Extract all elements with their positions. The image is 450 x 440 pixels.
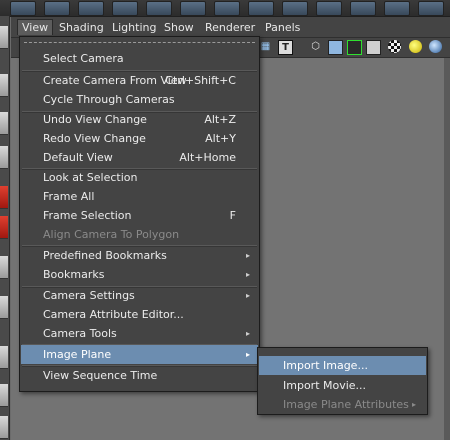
shelf-icon-9[interactable] bbox=[282, 1, 308, 16]
menu-item-label: Align Camera To Polygon bbox=[43, 228, 180, 241]
menu-item-label: Predefined Bookmarks bbox=[43, 249, 167, 262]
menu-item-align-camera: Align Camera To Polygon bbox=[21, 225, 258, 244]
checker-icon[interactable] bbox=[388, 40, 401, 53]
top-icon-strip bbox=[0, 0, 450, 17]
tool-icon[interactable] bbox=[0, 416, 8, 439]
menu-item-camera-attribute-editor[interactable]: Camera Attribute Editor... bbox=[21, 305, 258, 324]
submenu-arrow-icon: ▸ bbox=[245, 291, 250, 300]
submenu-arrow-icon: ▸ bbox=[245, 350, 250, 359]
menu-item-label: Frame Selection bbox=[43, 209, 132, 222]
tool-icon[interactable] bbox=[0, 296, 8, 319]
submenu-item-image-plane-attributes: Image Plane Attributes ▸ bbox=[259, 395, 426, 414]
menu-item-label: Select Camera bbox=[43, 52, 124, 65]
menu-view[interactable]: View bbox=[17, 19, 54, 35]
tool-icon[interactable] bbox=[0, 216, 8, 239]
menu-item-label: View Sequence Time bbox=[43, 369, 158, 382]
shelf-icon-7[interactable] bbox=[214, 1, 240, 16]
shelf-icon-2[interactable] bbox=[44, 1, 70, 16]
menu-item-shortcut: Alt+Z bbox=[204, 113, 236, 126]
panel-menu-bar: View Shading Lighting Show Renderer Pane… bbox=[11, 17, 450, 38]
viewport-edge bbox=[444, 58, 450, 440]
wireframe-cube-icon[interactable]: ⬡ bbox=[309, 40, 322, 53]
tear-off-line[interactable] bbox=[24, 42, 255, 43]
menu-show[interactable]: Show bbox=[164, 20, 194, 35]
wireframe-on-shaded-icon[interactable] bbox=[347, 40, 362, 55]
menu-item-label: Camera Settings bbox=[43, 289, 135, 302]
shelf-icon-13[interactable] bbox=[418, 1, 444, 16]
menu-item-frame-selection[interactable]: Frame Selection F bbox=[21, 206, 258, 225]
sphere-icon[interactable] bbox=[429, 40, 442, 53]
menu-item-shortcut: Ctrl+Shift+C bbox=[165, 74, 236, 87]
shelf-icon-6[interactable] bbox=[180, 1, 206, 16]
menu-item-view-sequence-time[interactable]: View Sequence Time bbox=[21, 366, 258, 385]
menu-item-cycle-cameras[interactable]: Cycle Through Cameras bbox=[21, 90, 258, 109]
submenu-arrow-icon: ▸ bbox=[245, 270, 250, 279]
shelf-icon-4[interactable] bbox=[112, 1, 138, 16]
text-icon[interactable]: T bbox=[278, 40, 293, 55]
menu-item-select-camera[interactable]: Select Camera bbox=[21, 49, 258, 68]
menu-item-redo-view[interactable]: Redo View Change Alt+Y bbox=[21, 129, 258, 148]
submenu-arrow-icon: ▸ bbox=[245, 329, 250, 338]
grid-icon[interactable]: ▦ bbox=[259, 40, 272, 53]
shelf-icon-5[interactable] bbox=[146, 1, 172, 16]
left-toolbox bbox=[0, 16, 10, 440]
menu-item-label: Frame All bbox=[43, 190, 95, 203]
menu-item-predefined-bookmarks[interactable]: Predefined Bookmarks ▸ bbox=[21, 246, 258, 265]
submenu-item-import-movie[interactable]: Import Movie... bbox=[259, 376, 426, 395]
tool-icon[interactable] bbox=[0, 112, 8, 135]
shelf-icon-11[interactable] bbox=[350, 1, 376, 16]
shelf-icon-8[interactable] bbox=[248, 1, 274, 16]
menu-lighting[interactable]: Lighting bbox=[112, 20, 156, 35]
shelf-icon-3[interactable] bbox=[78, 1, 104, 16]
submenu-arrow-icon: ▸ bbox=[245, 251, 250, 260]
tool-icon[interactable] bbox=[0, 146, 8, 169]
shelf-icon-12[interactable] bbox=[384, 1, 410, 16]
image-plane-submenu: Import Image... Import Movie... Image Pl… bbox=[257, 347, 428, 415]
submenu-item-import-image[interactable]: Import Image... bbox=[259, 356, 426, 375]
menu-item-camera-tools[interactable]: Camera Tools ▸ bbox=[21, 324, 258, 343]
menu-item-frame-all[interactable]: Frame All bbox=[21, 187, 258, 206]
tool-icon[interactable] bbox=[0, 74, 8, 97]
menu-item-image-plane[interactable]: Image Plane ▸ bbox=[21, 345, 258, 364]
menu-item-camera-settings[interactable]: Camera Settings ▸ bbox=[21, 286, 258, 305]
menu-item-label: Look at Selection bbox=[43, 171, 138, 184]
menu-item-create-camera[interactable]: Create Camera From View Ctrl+Shift+C bbox=[21, 71, 258, 90]
shaded-cube-icon[interactable] bbox=[328, 40, 343, 55]
menu-item-label: Redo View Change bbox=[43, 132, 146, 145]
submenu-arrow-icon: ▸ bbox=[411, 400, 416, 409]
shelf-icon-1[interactable] bbox=[10, 1, 36, 16]
light-icon[interactable] bbox=[409, 40, 422, 53]
view-menu: Select Camera Create Camera From View Ct… bbox=[19, 36, 260, 392]
menu-item-label: Image Plane bbox=[43, 348, 112, 361]
menu-item-shortcut: Alt+Home bbox=[179, 151, 236, 164]
tool-icon[interactable] bbox=[0, 26, 8, 49]
submenu-item-label: Image Plane Attributes bbox=[283, 398, 409, 411]
menu-item-label: Camera Tools bbox=[43, 327, 117, 340]
menu-item-label: Camera Attribute Editor... bbox=[43, 308, 184, 321]
shelf-icon-10[interactable] bbox=[316, 1, 342, 16]
menu-item-look-at-selection[interactable]: Look at Selection bbox=[21, 168, 258, 187]
submenu-item-label: Import Image... bbox=[283, 359, 368, 372]
tool-icon[interactable] bbox=[0, 384, 8, 407]
tool-icon[interactable] bbox=[0, 346, 8, 369]
textured-icon[interactable] bbox=[366, 40, 381, 55]
menu-shading[interactable]: Shading bbox=[59, 20, 104, 35]
menu-item-shortcut: Alt+Y bbox=[205, 132, 236, 145]
menu-item-label: Bookmarks bbox=[43, 268, 105, 281]
menu-item-undo-view[interactable]: Undo View Change Alt+Z bbox=[21, 110, 258, 129]
menu-renderer[interactable]: Renderer bbox=[205, 20, 255, 35]
menu-item-label: Cycle Through Cameras bbox=[43, 93, 175, 106]
menu-item-label: Undo View Change bbox=[43, 113, 147, 126]
menu-item-shortcut: F bbox=[229, 209, 236, 222]
menu-item-bookmarks[interactable]: Bookmarks ▸ bbox=[21, 265, 258, 284]
tool-icon[interactable] bbox=[0, 186, 8, 209]
tool-icon[interactable] bbox=[0, 256, 8, 279]
menu-panels[interactable]: Panels bbox=[265, 20, 300, 35]
menu-item-default-view[interactable]: Default View Alt+Home bbox=[21, 148, 258, 167]
menu-item-label: Default View bbox=[43, 151, 113, 164]
submenu-item-label: Import Movie... bbox=[283, 379, 367, 392]
